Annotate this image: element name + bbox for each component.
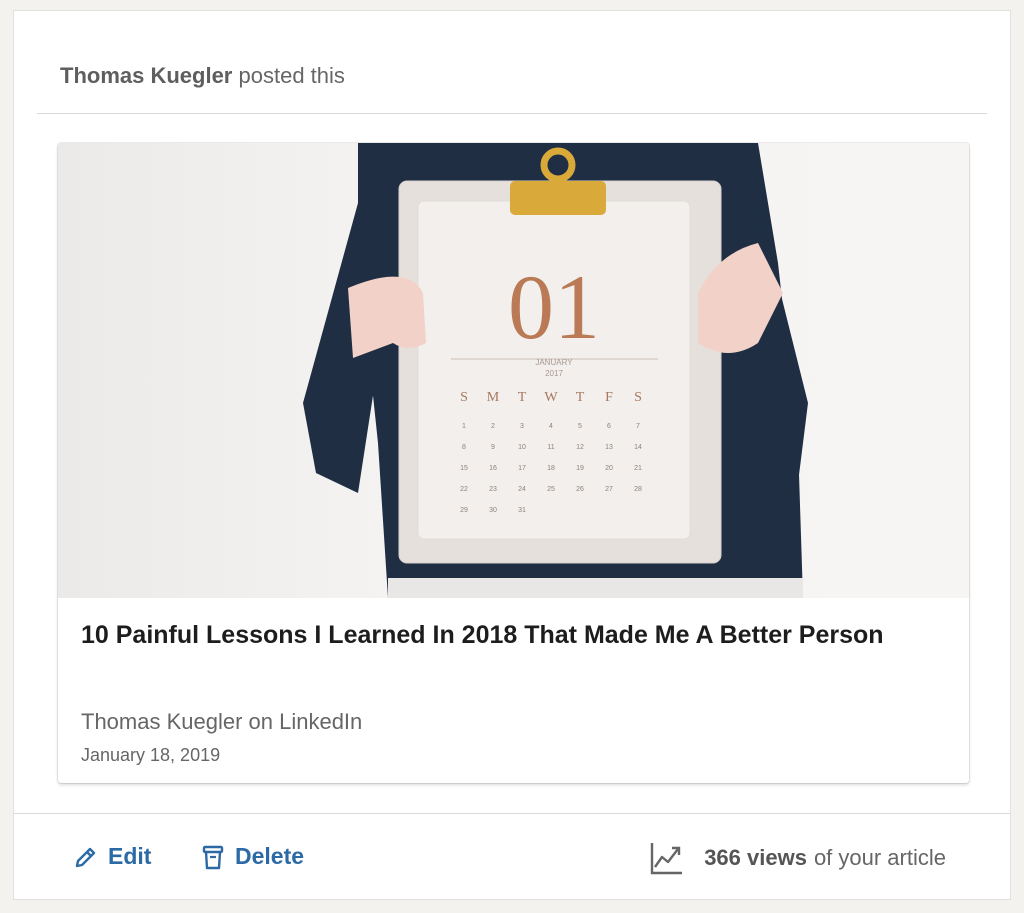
- calendar-weekday-label: T: [576, 390, 585, 405]
- calendar-day-number: 15: [460, 465, 468, 472]
- article-hero-image: 01 JANUARY 2017 SMTWTFS 1 2 3 4 5 6 7 8 9 10 11 12 1…: [58, 143, 969, 598]
- calendar-day-number: 17: [518, 465, 526, 472]
- calendar-day-number: 2: [491, 423, 495, 430]
- calendar-day-number: 29: [460, 507, 468, 514]
- calendar-day-number: 16: [489, 465, 497, 472]
- calendar-day-number: 7: [636, 423, 640, 430]
- post-header: Thomas Kuegler posted this: [60, 63, 345, 89]
- calendar-day-number: 25: [547, 486, 555, 493]
- calendar-day-number: 12: [576, 444, 584, 451]
- delete-button[interactable]: Delete: [201, 843, 304, 870]
- author-name[interactable]: Thomas Kuegler: [60, 63, 232, 88]
- delete-label: Delete: [235, 843, 305, 869]
- article-preview[interactable]: 01 JANUARY 2017 SMTWTFS 1 2 3 4 5 6 7 8 9 10 11 12 1…: [58, 143, 969, 783]
- calendar-day-number: 24: [518, 486, 526, 493]
- views-suffix: of your article: [813, 845, 946, 870]
- calendar-weekday-label: M: [487, 390, 500, 405]
- calendar-weekday-label: T: [518, 390, 527, 405]
- post-actions-bar: Edit Delete 366 views of your article: [14, 833, 1010, 889]
- calendar-day-number: 10: [518, 444, 526, 451]
- post-action-text: posted this: [238, 63, 345, 88]
- pencil-icon: [75, 847, 96, 867]
- edit-label: Edit: [108, 843, 152, 869]
- analytics-chart-icon: [650, 843, 683, 875]
- calendar-day-number: 27: [605, 486, 613, 493]
- calendar-day-number: 18: [547, 465, 555, 472]
- actions-divider: [14, 813, 1010, 814]
- post-card: Thomas Kuegler posted this 01 JANUARY 20…: [13, 10, 1011, 900]
- calendar-weekday-label: S: [634, 390, 642, 405]
- calendar-weekday-label: S: [460, 390, 468, 405]
- article-date: January 18, 2019: [81, 745, 221, 765]
- calendar-day-number: 26: [576, 486, 584, 493]
- views-count: 366 views: [704, 845, 807, 870]
- calendar-illustration: 01 JANUARY 2017 SMTWTFS 1 2 3 4 5 6 78 9 10 11 12 1…: [303, 143, 808, 598]
- calendar-day-number: 13: [605, 444, 613, 451]
- calendar-day-number: 9: [491, 444, 495, 451]
- article-source: Thomas Kuegler on LinkedIn: [81, 709, 363, 734]
- edit-button[interactable]: Edit: [74, 843, 151, 870]
- trash-icon: [202, 845, 224, 869]
- calendar-day-number: 11: [547, 444, 554, 451]
- calendar-day-number: 5: [578, 423, 582, 430]
- calendar-day-number: 20: [605, 465, 613, 472]
- calendar-day-number: 19: [576, 465, 584, 472]
- calendar-day-number: 22: [460, 486, 468, 493]
- calendar-day-number: 23: [489, 486, 497, 493]
- calendar-day-number: 14: [634, 444, 642, 451]
- calendar-day-number: 28: [634, 486, 642, 493]
- calendar-day-number: 31: [518, 507, 526, 514]
- calendar-month: JANUARY: [535, 358, 573, 367]
- calendar-day-number: 6: [607, 423, 611, 430]
- calendar-day-number: 4: [549, 423, 553, 430]
- calendar-weekday-label: W: [544, 390, 558, 405]
- article-title[interactable]: 10 Painful Lessons I Learned In 2018 Tha…: [81, 613, 951, 657]
- calendar-day: 01: [508, 256, 600, 358]
- article-views[interactable]: 366 views of your article: [650, 841, 946, 875]
- calendar-day-number: 1: [462, 423, 466, 430]
- calendar-day-number: 8: [462, 444, 466, 451]
- header-divider: [37, 113, 987, 114]
- calendar-day-number: 3: [520, 423, 524, 430]
- calendar-day-number: 30: [489, 507, 497, 514]
- calendar-weekday-label: F: [605, 390, 613, 405]
- calendar-day-number: 21: [634, 465, 642, 472]
- calendar-year: 2017: [545, 369, 563, 378]
- clip-shape: [510, 181, 606, 215]
- skirt-shape: [388, 578, 803, 598]
